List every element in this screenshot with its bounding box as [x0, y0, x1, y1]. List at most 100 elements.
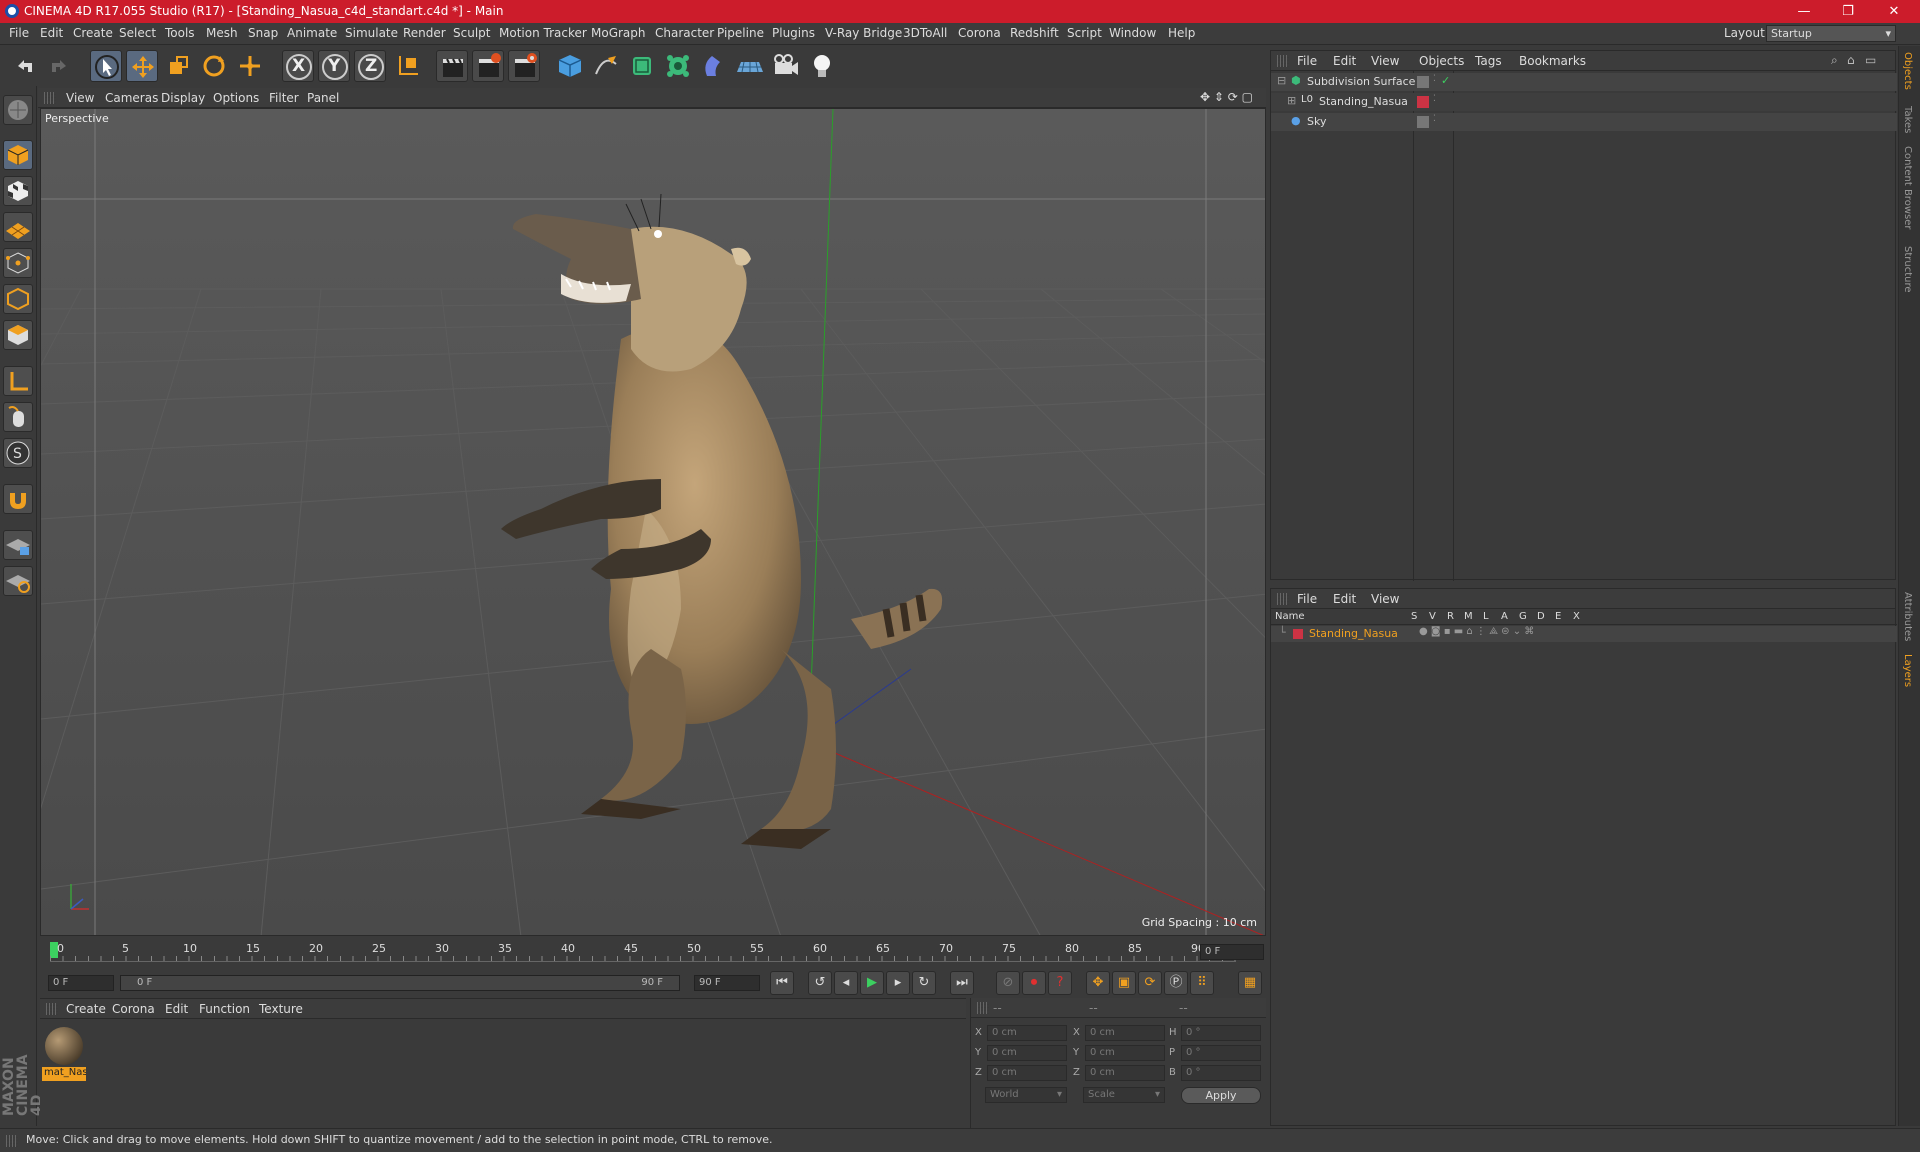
object-menu-objects[interactable]: Objects: [1419, 54, 1464, 68]
x-axis-lock-button[interactable]: X: [282, 50, 314, 82]
render-settings-button[interactable]: [508, 50, 540, 82]
tab-objects[interactable]: Objects: [1902, 52, 1913, 90]
go-to-next-key-button[interactable]: ↻: [912, 971, 936, 995]
step-back-button[interactable]: ◂: [834, 971, 858, 995]
object-menu-file[interactable]: File: [1297, 54, 1317, 68]
pos-y-field[interactable]: 0 cm: [987, 1045, 1067, 1061]
rotate-tool-button[interactable]: [198, 50, 230, 82]
maximize-button[interactable]: ❐: [1828, 0, 1868, 23]
menu-plugins[interactable]: Plugins: [772, 26, 815, 40]
layer-menu-view[interactable]: View: [1371, 592, 1399, 606]
menu-edit[interactable]: Edit: [40, 26, 63, 40]
material-menu-corona[interactable]: Corona: [112, 1002, 155, 1016]
select-tool-button[interactable]: [90, 50, 122, 82]
scale-tool-button[interactable]: [162, 50, 194, 82]
material-menu-edit[interactable]: Edit: [165, 1002, 188, 1016]
play-button[interactable]: ▶: [860, 971, 884, 995]
perspective-viewport[interactable]: Perspective Grid Spacing : 10 cm: [40, 108, 1266, 936]
size-mode-dropdown[interactable]: Scale ▾: [1083, 1087, 1165, 1103]
object-menu-bookmarks[interactable]: Bookmarks: [1519, 54, 1586, 68]
menu-select[interactable]: Select: [119, 26, 156, 40]
workplane-mode-button[interactable]: [3, 212, 33, 242]
object-row-standing-nasua[interactable]: ⊞ L0 Standing_Nasua ⁚: [1271, 93, 1897, 111]
enabled-check-icon[interactable]: ✓: [1441, 74, 1450, 87]
go-to-start-button[interactable]: ⏮: [770, 971, 794, 995]
locked-workplane-button[interactable]: [3, 530, 33, 560]
menu-script[interactable]: Script: [1067, 26, 1102, 40]
layer-tag-icon[interactable]: [1417, 76, 1429, 88]
menu-mesh[interactable]: Mesh: [206, 26, 238, 40]
move-tool-button[interactable]: [126, 50, 158, 82]
column-generators[interactable]: G: [1519, 611, 1527, 622]
tweak-mode-button[interactable]: [3, 402, 33, 432]
column-deformers[interactable]: D: [1537, 611, 1545, 622]
menu-mograph[interactable]: MoGraph: [591, 26, 646, 40]
viewport-menu-cameras[interactable]: Cameras: [105, 91, 158, 105]
redo-button[interactable]: [44, 50, 76, 82]
layer-tag-icon[interactable]: [1417, 116, 1429, 128]
rot-h-field[interactable]: 0 °: [1181, 1025, 1261, 1041]
cube-primitive-button[interactable]: [554, 50, 586, 82]
menu-character[interactable]: Character: [655, 26, 714, 40]
menu-vray-bridge[interactable]: V-Ray Bridge: [825, 26, 902, 40]
menu-help[interactable]: Help: [1168, 26, 1195, 40]
key-position-button[interactable]: ✥: [1086, 971, 1110, 995]
size-x-field[interactable]: 0 cm: [1085, 1025, 1165, 1041]
object-menu-edit[interactable]: Edit: [1333, 54, 1356, 68]
close-button[interactable]: ✕: [1874, 0, 1914, 23]
menu-pipeline[interactable]: Pipeline: [717, 26, 764, 40]
size-y-field[interactable]: 0 cm: [1085, 1045, 1165, 1061]
minimize-button[interactable]: —: [1784, 0, 1824, 23]
key-pla-button[interactable]: ⠿: [1190, 971, 1214, 995]
menu-3dtoall[interactable]: 3DToAll: [903, 26, 947, 40]
go-to-previous-key-button[interactable]: ↺: [808, 971, 832, 995]
menu-snap[interactable]: Snap: [248, 26, 278, 40]
tab-attributes[interactable]: Attributes: [1902, 592, 1913, 641]
collapse-icon[interactable]: ⊟: [1277, 74, 1286, 87]
make-editable-button[interactable]: [3, 95, 33, 125]
frame-ruler[interactable]: 0 5 10 15 20 25 30 35 40 45 50 55 60 65 …: [50, 942, 1236, 962]
motion-record-button[interactable]: ⊘: [996, 971, 1020, 995]
visibility-dots-icon[interactable]: ⁚: [1433, 94, 1436, 104]
menu-create[interactable]: Create: [73, 26, 113, 40]
visibility-dots-icon[interactable]: ⁚: [1433, 74, 1436, 84]
visibility-dots-icon[interactable]: ⁚: [1433, 114, 1436, 124]
tab-layers[interactable]: Layers: [1902, 654, 1913, 687]
subdivision-surface-button[interactable]: [626, 50, 658, 82]
y-axis-lock-button[interactable]: Y: [318, 50, 350, 82]
layer-menu-edit[interactable]: Edit: [1333, 592, 1356, 606]
object-menu-view[interactable]: View: [1371, 54, 1399, 68]
object-row-sky[interactable]: ● Sky ⁚: [1271, 113, 1897, 131]
rot-p-field[interactable]: 0 °: [1181, 1045, 1261, 1061]
key-rotation-button[interactable]: ⟳: [1138, 971, 1162, 995]
viewport-menu-display[interactable]: Display: [161, 91, 205, 105]
column-expressions[interactable]: E: [1555, 611, 1561, 622]
viewport-menu-filter[interactable]: Filter: [269, 91, 299, 105]
menu-tools[interactable]: Tools: [165, 26, 195, 40]
menu-render[interactable]: Render: [403, 26, 446, 40]
texture-mode-button[interactable]: [3, 176, 33, 206]
object-row-subdivision[interactable]: ⊟ ⬢ Subdivision Surface ⁚ ✓: [1271, 73, 1897, 91]
timeline-window-button[interactable]: ▦: [1238, 971, 1262, 995]
axis-mode-button[interactable]: [3, 366, 33, 396]
layer-color-swatch[interactable]: [1293, 629, 1303, 639]
timeline-ruler[interactable]: 0 5 10 15 20 25 30 35 40 45 50 55 60 65 …: [40, 938, 1266, 966]
layer-toggle-icons[interactable]: ● ◙ ▪ ▬ ⌂ ⋮ ⟁ ⊜ ⌄ ⌘: [1419, 626, 1534, 637]
viewport-menu-panel[interactable]: Panel: [307, 91, 339, 105]
column-solo[interactable]: S: [1411, 611, 1417, 622]
size-z-field[interactable]: 0 cm: [1085, 1065, 1165, 1081]
home-icon[interactable]: ⌂: [1847, 53, 1855, 67]
z-axis-lock-button[interactable]: Z: [354, 50, 386, 82]
menu-sculpt[interactable]: Sculpt: [453, 26, 490, 40]
apply-button[interactable]: Apply: [1181, 1087, 1261, 1104]
spline-pen-button[interactable]: [590, 50, 622, 82]
search-icon[interactable]: ⌕: [1831, 53, 1838, 68]
floor-button[interactable]: [734, 50, 766, 82]
viewport-menu-view[interactable]: View: [66, 91, 94, 105]
menu-window[interactable]: Window: [1109, 26, 1156, 40]
pos-x-field[interactable]: 0 cm: [987, 1025, 1067, 1041]
layout-dropdown[interactable]: Startup ▾: [1766, 25, 1896, 42]
expand-icon[interactable]: ⊞: [1287, 94, 1296, 107]
tab-takes[interactable]: Takes: [1902, 106, 1913, 133]
render-picture-viewer-button[interactable]: [472, 50, 504, 82]
